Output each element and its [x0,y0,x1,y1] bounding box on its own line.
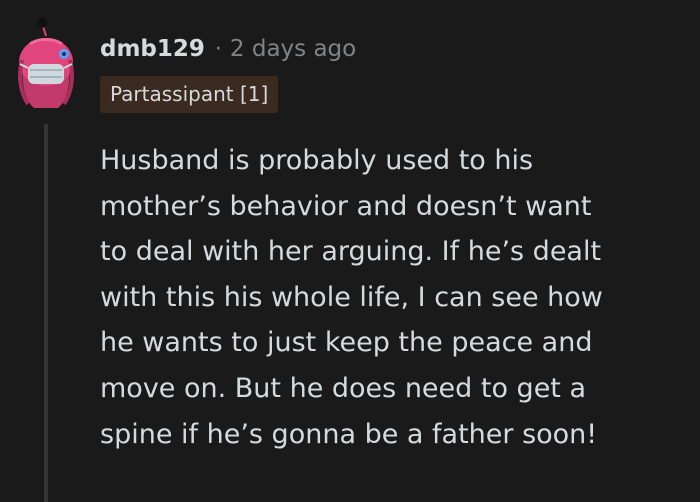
username-link[interactable]: dmb129 [100,36,205,62]
comment-line: Husband is probably used to his [100,145,534,176]
comment-line: mother’s behavior and doesn’t want [100,190,592,222]
comment-timestamp[interactable]: 2 days ago [230,36,356,62]
thread-line[interactable] [44,124,48,502]
comment-line: spine if he’s gonna be a father soon! [100,418,598,450]
meta-separator: · [214,36,222,62]
comment-line: with this his whole life, I can see how [100,281,603,313]
comment-line: he wants to just keep the peace and [100,327,593,359]
comment-line: move on. But he does need to get a [100,372,587,404]
snoo-avatar-icon [18,18,74,108]
comment-meta: dmb129 · 2 days ago [100,30,356,68]
comment-body: Husband is probably used to his mother’s… [100,138,690,457]
user-flair: Partassipant [1] [100,76,279,113]
avatar[interactable] [10,14,82,110]
comment-line: to deal with her arguing. If he’s dealt [100,236,602,268]
